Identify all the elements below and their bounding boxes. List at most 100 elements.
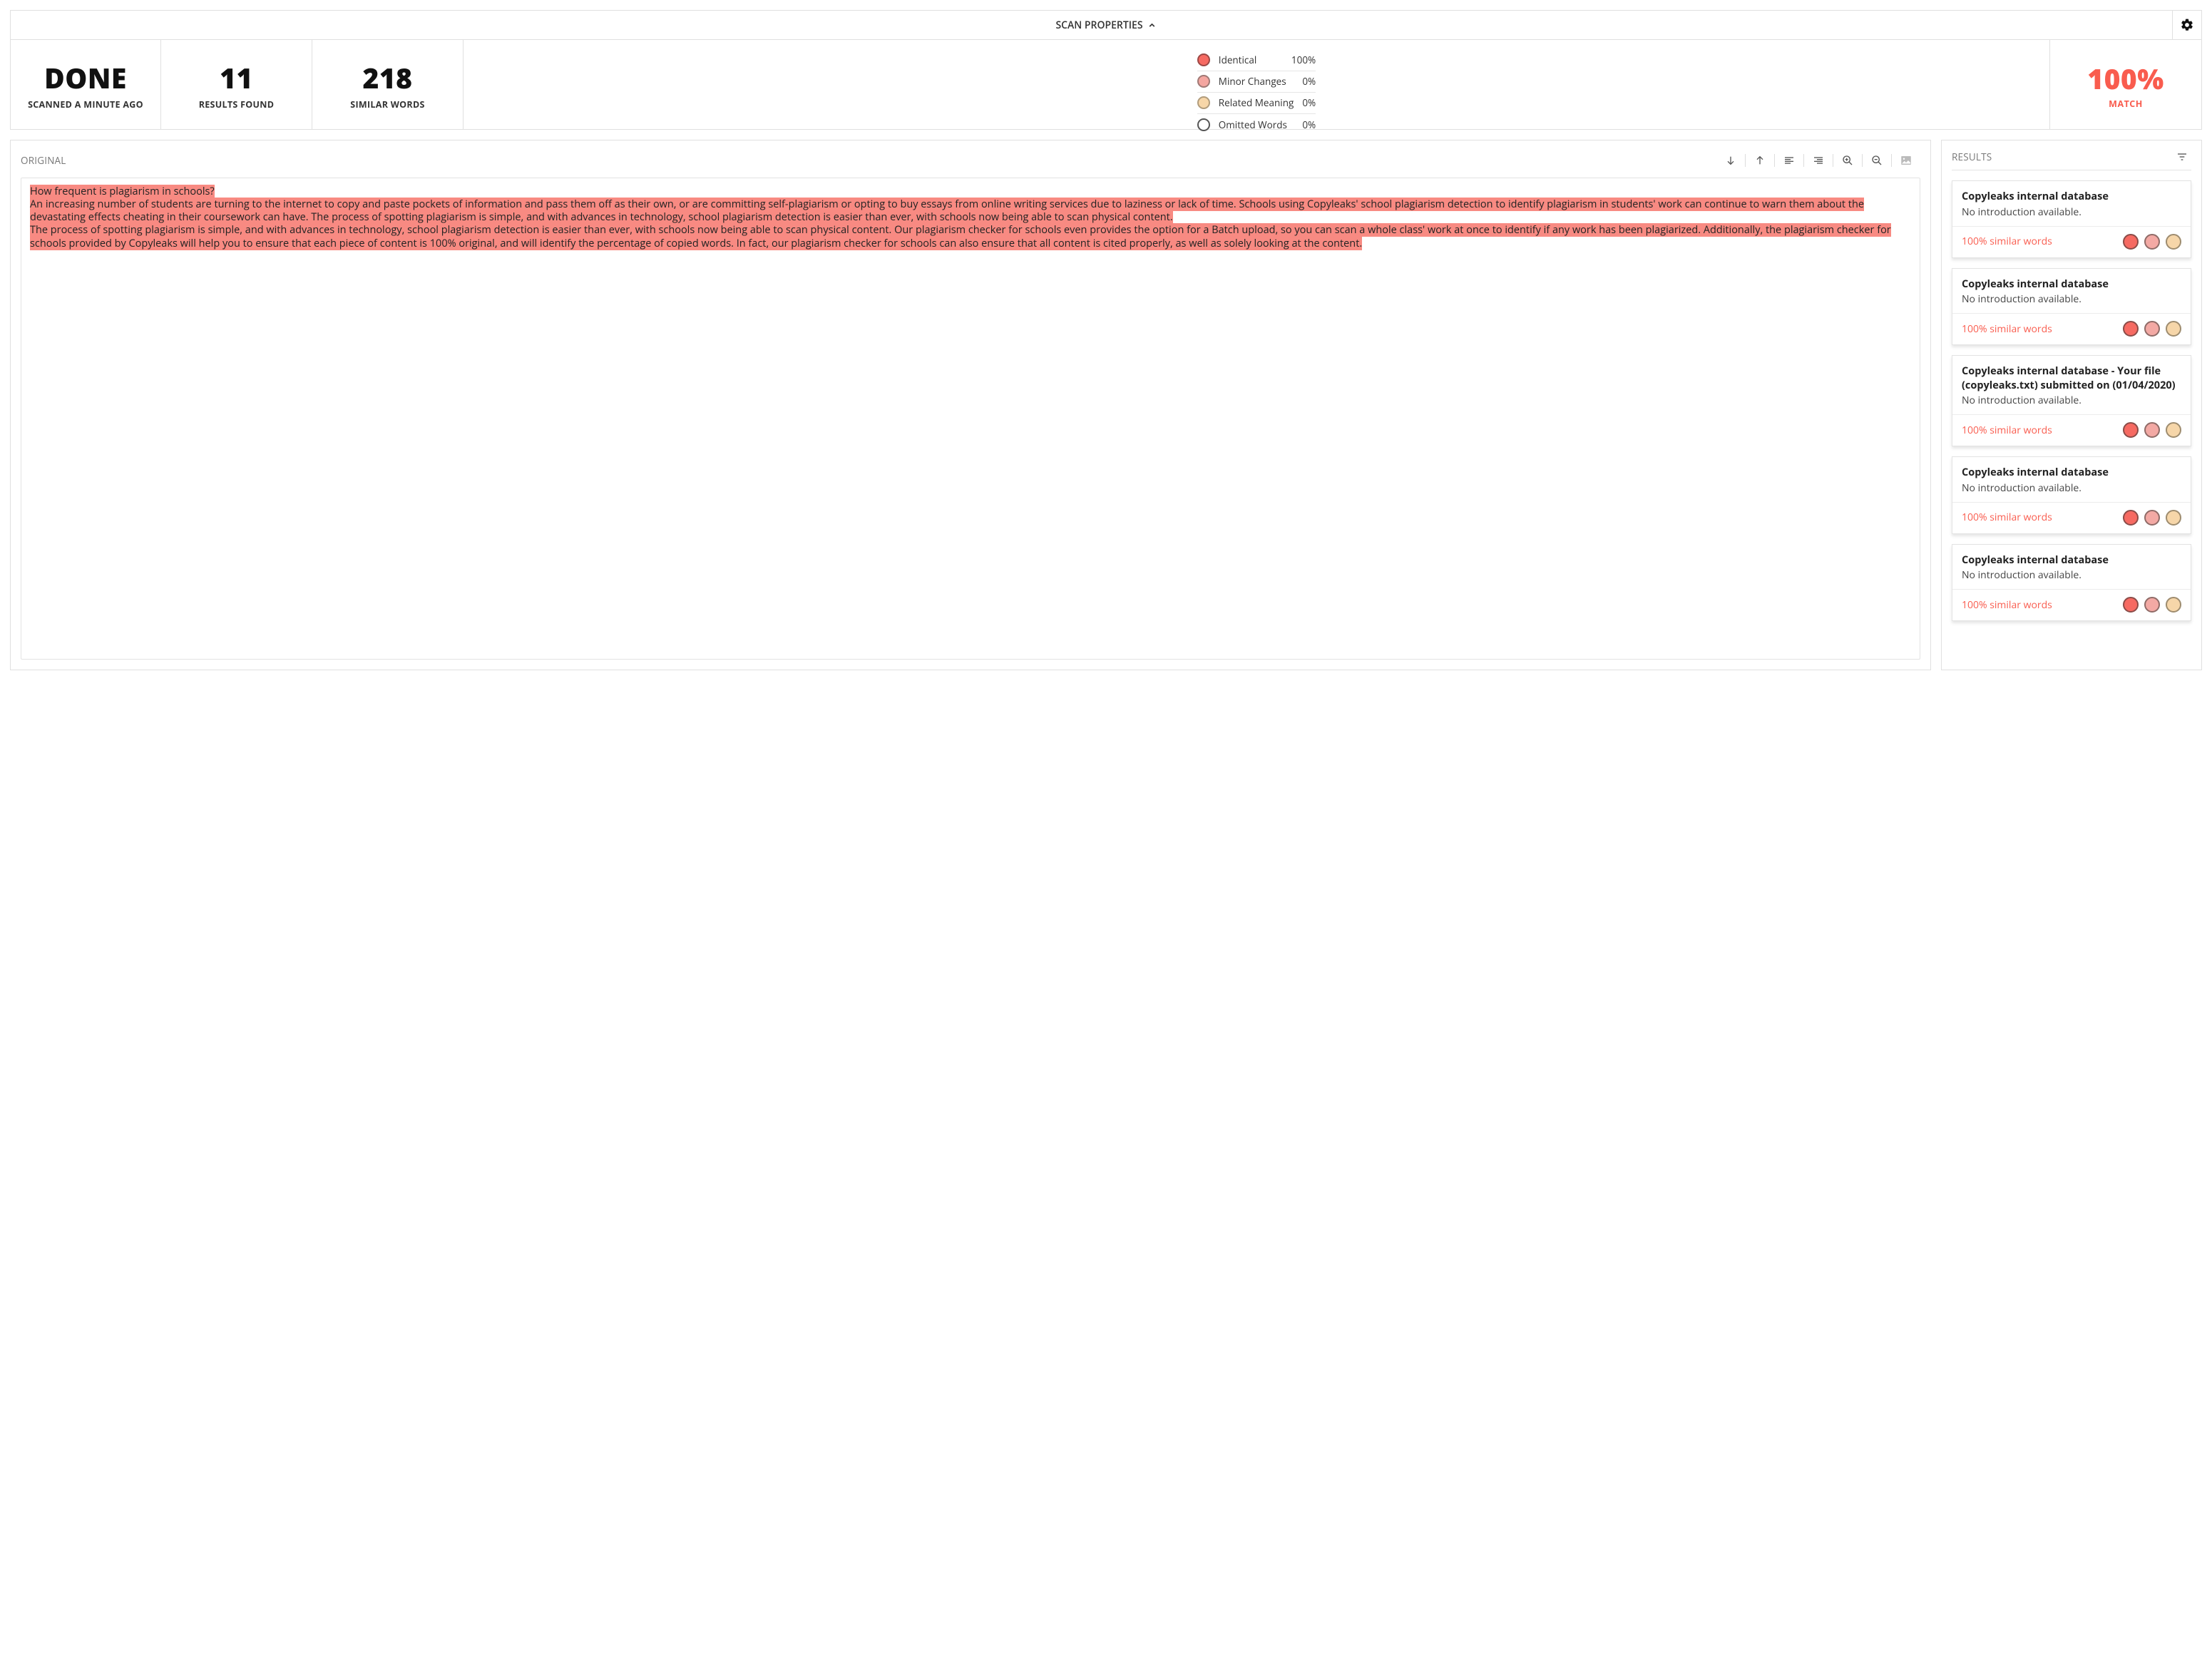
align-left-icon bbox=[1783, 155, 1795, 166]
related-dot-icon[interactable] bbox=[2166, 597, 2181, 613]
done-value: DONE bbox=[44, 59, 127, 97]
omitted-dot-icon bbox=[1197, 118, 1210, 131]
identical-dot-icon bbox=[1197, 53, 1210, 66]
result-description: No introduction available. bbox=[1962, 292, 2181, 306]
words-label: SIMILAR WORDS bbox=[350, 98, 424, 111]
minor-dot-icon[interactable] bbox=[2144, 597, 2160, 613]
result-card[interactable]: Copyleaks internal databaseNo introducti… bbox=[1952, 544, 2191, 622]
result-card[interactable]: Copyleaks internal databaseNo introducti… bbox=[1952, 180, 2191, 258]
minor-dot-icon[interactable] bbox=[2144, 422, 2160, 438]
arrow-down-icon bbox=[1725, 155, 1736, 166]
identical-dot-icon[interactable] bbox=[2123, 510, 2139, 526]
zoom-in-button[interactable] bbox=[1833, 151, 1862, 170]
minor-dot-icon[interactable] bbox=[2144, 321, 2160, 337]
settings-button[interactable] bbox=[2172, 10, 2202, 40]
chevron-up-icon bbox=[1147, 21, 1157, 30]
filter-button[interactable] bbox=[2173, 148, 2191, 166]
minor-label: Minor Changes bbox=[1219, 75, 1294, 88]
highlighted-text: How frequent is plagiarism in schools? bbox=[30, 185, 215, 198]
related-dot-icon[interactable] bbox=[2166, 234, 2181, 250]
zoom-out-button[interactable] bbox=[1863, 151, 1891, 170]
prev-match-button[interactable] bbox=[1746, 151, 1774, 170]
result-name: Copyleaks internal database bbox=[1962, 190, 2181, 204]
related-dot-icon bbox=[1197, 96, 1210, 109]
result-description: No introduction available. bbox=[1962, 568, 2181, 582]
next-match-button[interactable] bbox=[1716, 151, 1745, 170]
legend-related[interactable]: Related Meaning 0% bbox=[1197, 93, 1316, 114]
original-title: ORIGINAL bbox=[21, 154, 1716, 167]
result-description: No introduction available. bbox=[1962, 394, 2181, 407]
legend-minor[interactable]: Minor Changes 0% bbox=[1197, 71, 1316, 93]
result-dots bbox=[2123, 321, 2181, 337]
result-name: Copyleaks internal database bbox=[1962, 466, 2181, 480]
result-similarity: 100% similar words bbox=[1962, 424, 2123, 437]
identical-dot-icon[interactable] bbox=[2123, 234, 2139, 250]
legend-table: Identical 100% Minor Changes 0% Related … bbox=[1197, 50, 1316, 135]
zoom-in-icon bbox=[1842, 155, 1853, 166]
minor-dot-icon[interactable] bbox=[2144, 510, 2160, 526]
minor-value: 0% bbox=[1302, 75, 1316, 88]
arrow-up-icon bbox=[1754, 155, 1766, 166]
result-name: Copyleaks internal database bbox=[1962, 553, 2181, 568]
filter-icon bbox=[2176, 151, 2188, 163]
result-description: No introduction available. bbox=[1962, 481, 2181, 495]
original-text[interactable]: How frequent is plagiarism in schools?An… bbox=[21, 178, 1920, 660]
stat-words: 218 SIMILAR WORDS bbox=[312, 40, 464, 129]
stat-results: 11 RESULTS FOUND bbox=[161, 40, 312, 129]
identical-value: 100% bbox=[1291, 53, 1316, 66]
scan-properties-bar[interactable]: SCAN PROPERTIES bbox=[10, 10, 2202, 40]
original-toolbar bbox=[1716, 151, 1920, 170]
stat-legend: Identical 100% Minor Changes 0% Related … bbox=[464, 40, 2050, 129]
words-value: 218 bbox=[362, 59, 412, 97]
result-description: No introduction available. bbox=[1962, 205, 2181, 219]
legend-omitted[interactable]: Omitted Words 0% bbox=[1197, 114, 1316, 135]
minor-dot-icon bbox=[1197, 75, 1210, 88]
identical-dot-icon[interactable] bbox=[2123, 321, 2139, 337]
result-name: Copyleaks internal database bbox=[1962, 277, 2181, 292]
results-value: 11 bbox=[220, 59, 253, 97]
match-label: MATCH bbox=[2109, 98, 2143, 110]
related-label: Related Meaning bbox=[1219, 96, 1294, 109]
omitted-label: Omitted Words bbox=[1219, 118, 1294, 131]
related-dot-icon[interactable] bbox=[2166, 321, 2181, 337]
highlighted-text: The process of spotting plagiarism is si… bbox=[30, 223, 1891, 250]
result-similarity: 100% similar words bbox=[1962, 598, 2123, 612]
related-dot-icon[interactable] bbox=[2166, 510, 2181, 526]
identical-dot-icon[interactable] bbox=[2123, 422, 2139, 438]
minor-dot-icon[interactable] bbox=[2144, 234, 2160, 250]
identical-label: Identical bbox=[1219, 53, 1283, 66]
results-title: RESULTS bbox=[1952, 150, 2173, 163]
result-similarity: 100% similar words bbox=[1962, 322, 2123, 336]
stats-row: DONE SCANNED A MINUTE AGO 11 RESULTS FOU… bbox=[10, 40, 2202, 130]
related-dot-icon[interactable] bbox=[2166, 422, 2181, 438]
result-similarity: 100% similar words bbox=[1962, 235, 2123, 248]
results-label: RESULTS FOUND bbox=[199, 98, 275, 111]
original-panel: ORIGINAL bbox=[10, 140, 1931, 670]
highlighted-text: An increasing number of students are tur… bbox=[30, 198, 1864, 224]
result-card[interactable]: Copyleaks internal databaseNo introducti… bbox=[1952, 456, 2191, 534]
result-dots bbox=[2123, 597, 2181, 613]
result-dots bbox=[2123, 234, 2181, 250]
stat-done: DONE SCANNED A MINUTE AGO bbox=[11, 40, 161, 129]
results-list: Copyleaks internal databaseNo introducti… bbox=[1952, 180, 2191, 621]
result-card[interactable]: Copyleaks internal databaseNo introducti… bbox=[1952, 268, 2191, 346]
align-left-button[interactable] bbox=[1775, 151, 1803, 170]
legend-identical[interactable]: Identical 100% bbox=[1197, 50, 1316, 71]
align-right-button[interactable] bbox=[1804, 151, 1833, 170]
align-right-icon bbox=[1813, 155, 1824, 166]
result-card[interactable]: Copyleaks internal database - Your file … bbox=[1952, 355, 2191, 446]
result-dots bbox=[2123, 422, 2181, 438]
zoom-out-icon bbox=[1871, 155, 1883, 166]
scan-properties-label: SCAN PROPERTIES bbox=[1055, 19, 1142, 32]
related-value: 0% bbox=[1302, 96, 1316, 109]
match-value: 100% bbox=[2087, 60, 2164, 98]
identical-dot-icon[interactable] bbox=[2123, 597, 2139, 613]
result-name: Copyleaks internal database - Your file … bbox=[1962, 364, 2181, 392]
image-view-button[interactable] bbox=[1892, 151, 1920, 170]
result-similarity: 100% similar words bbox=[1962, 511, 2123, 524]
omitted-value: 0% bbox=[1302, 118, 1316, 131]
stat-match: 100% MATCH bbox=[2050, 40, 2201, 129]
gear-icon bbox=[2180, 18, 2194, 32]
results-panel: RESULTS Copyleaks internal databaseNo in… bbox=[1941, 140, 2202, 670]
scan-properties-toggle[interactable]: SCAN PROPERTIES bbox=[1055, 19, 1156, 32]
